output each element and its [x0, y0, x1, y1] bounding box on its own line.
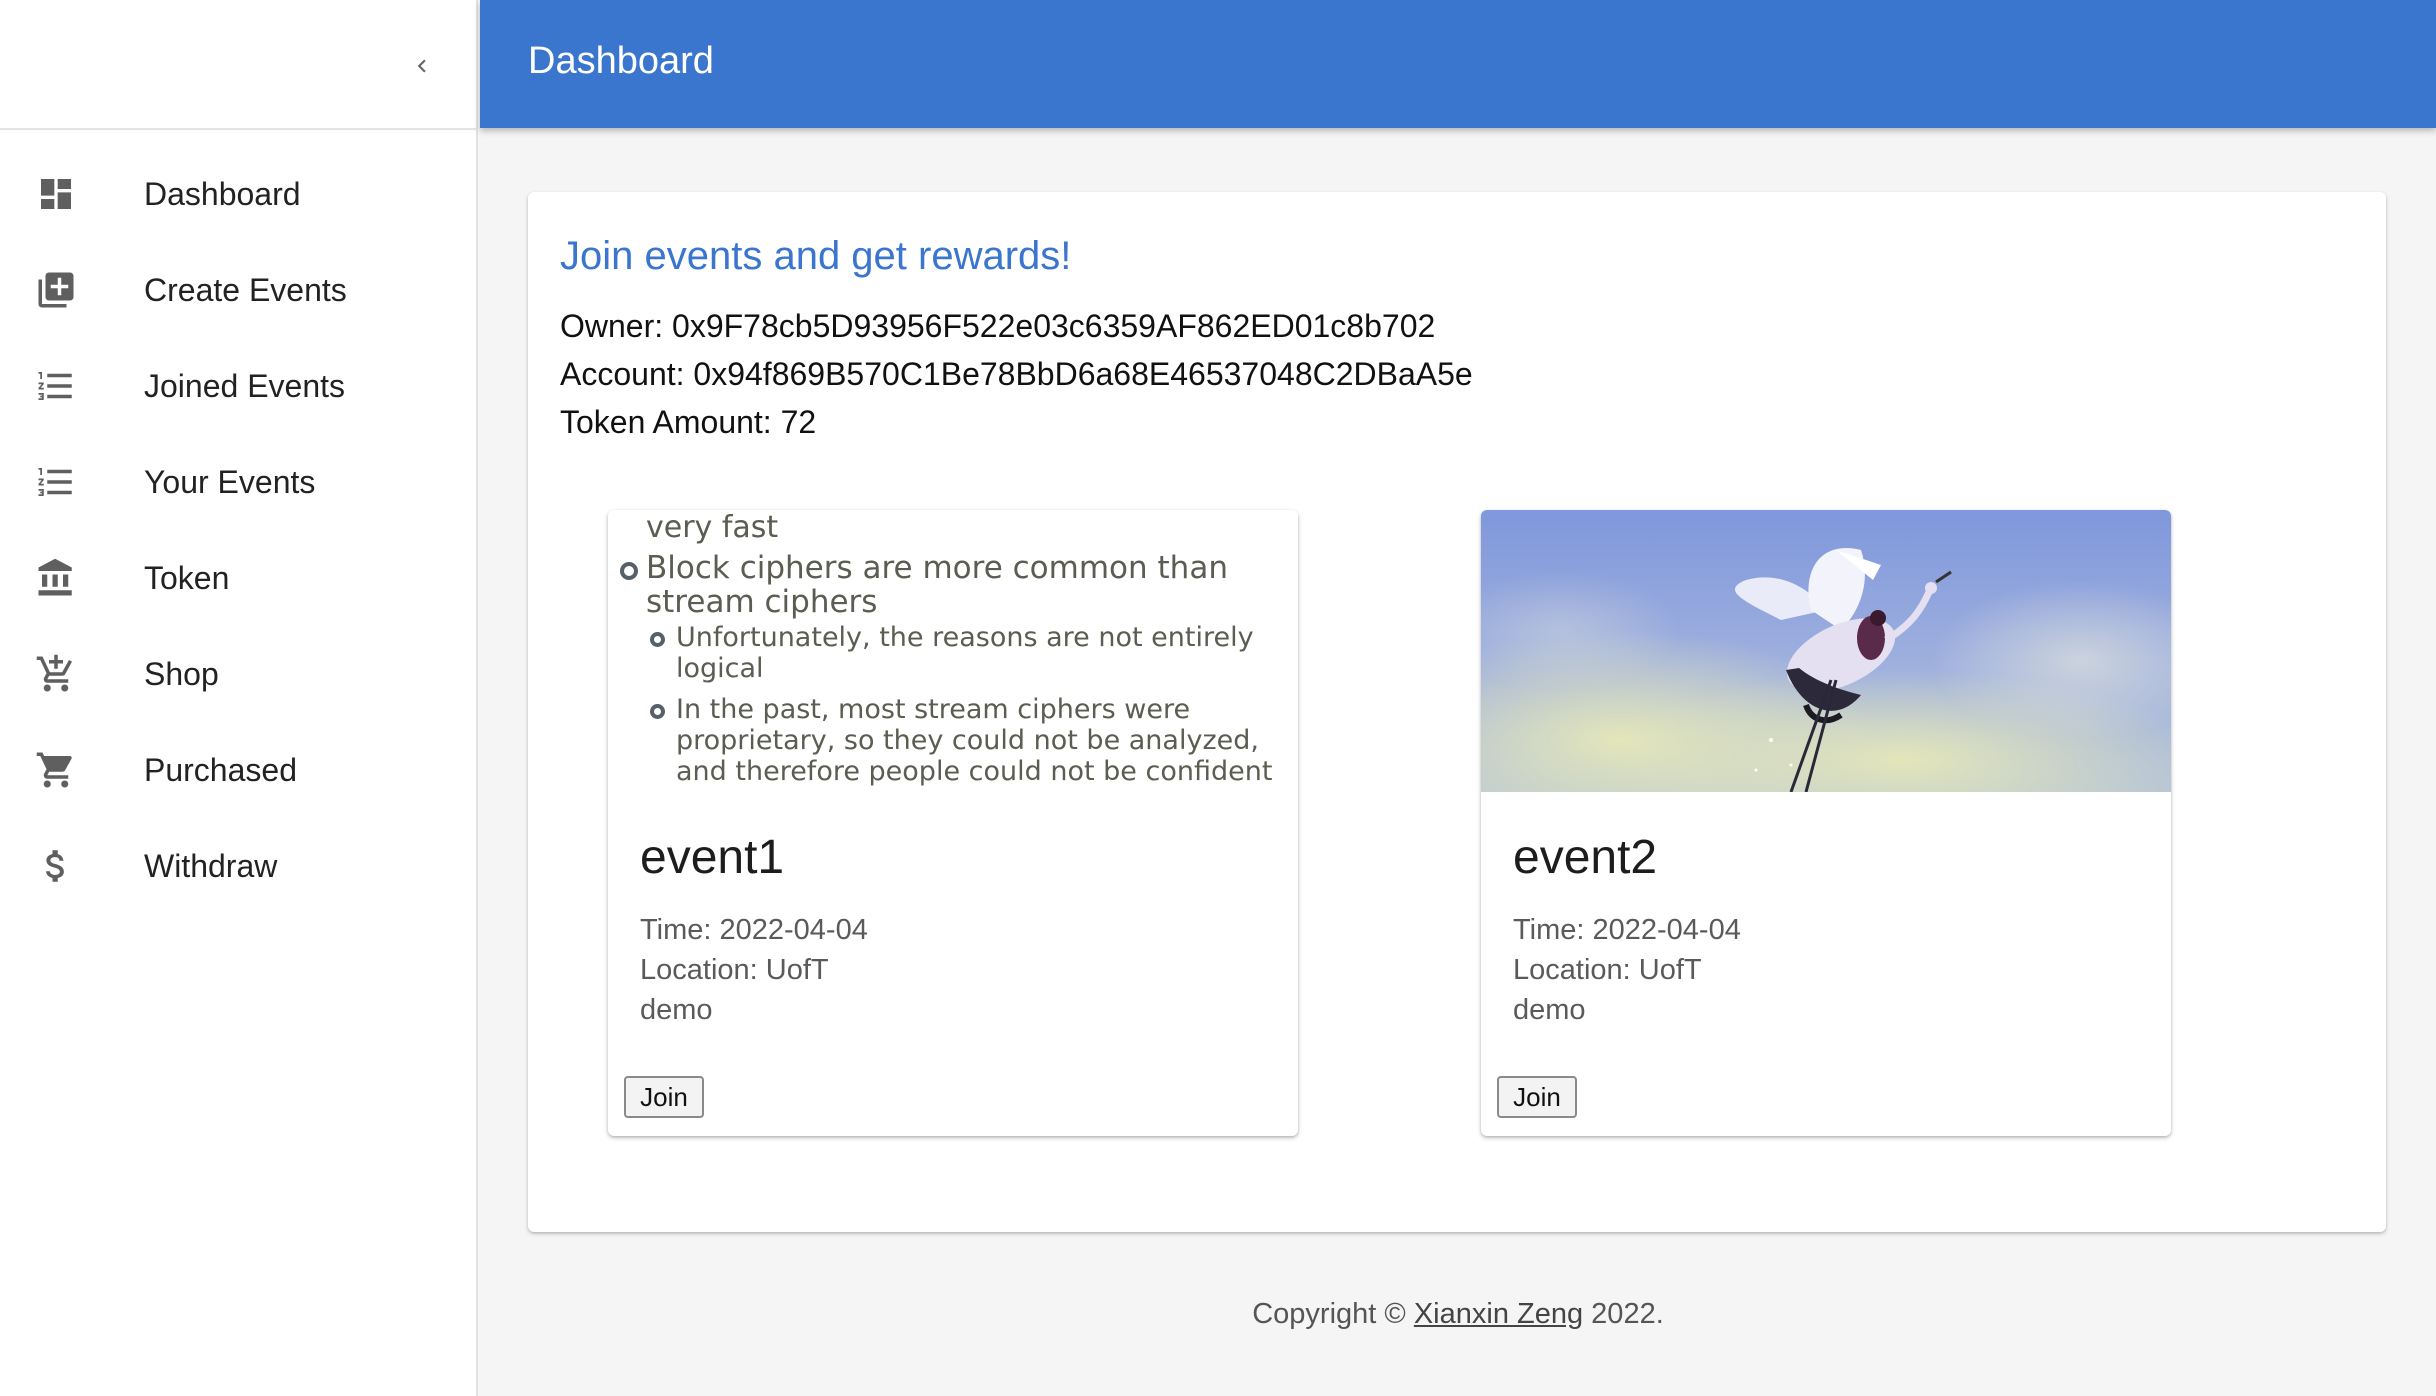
sidebar-item-token[interactable]: Token — [0, 530, 476, 626]
join-button[interactable]: Join — [1497, 1076, 1577, 1118]
sidebar-item-your-events[interactable]: Your Events — [0, 434, 476, 530]
page-title: Dashboard — [528, 40, 714, 82]
format-list-numbered-icon — [34, 460, 78, 504]
format-list-numbered-icon — [34, 364, 78, 408]
bullet-icon — [650, 704, 665, 719]
event-name: event1 — [640, 831, 785, 884]
slide-text-line: stream ciphers — [646, 584, 878, 620]
bank-icon — [34, 556, 78, 600]
sidebar-item-label: Your Events — [144, 463, 316, 500]
sidebar-item-create-events[interactable]: Create Events — [0, 242, 476, 338]
account-address: Account: 0x94f869B570C1Be78BbD6a68E46537… — [560, 356, 1473, 392]
shopping-cart-icon — [34, 748, 78, 792]
sidebar-item-label: Purchased — [144, 751, 297, 788]
event-description: demo — [640, 994, 713, 1026]
slide-text-line: In the past, most stream ciphers were — [676, 694, 1191, 725]
sidebar-item-dashboard[interactable]: Dashboard — [0, 146, 476, 242]
event-location: Location: UofT — [640, 954, 829, 986]
owner-address: Owner: 0x9F78cb5D93956F522e03c6359AF862E… — [560, 308, 1436, 344]
dollar-icon — [34, 844, 78, 888]
copyright-prefix: Copyright © — [1252, 1298, 1414, 1330]
slide-text-line: Unfortunately, the reasons are not entir… — [676, 622, 1254, 653]
app-bar: Dashboard — [480, 0, 2436, 128]
sidebar-item-label: Shop — [144, 655, 219, 692]
chevron-left-icon — [417, 59, 426, 73]
slide-text-line: very fast — [646, 510, 779, 545]
event-image — [1481, 510, 2171, 792]
collapse-sidebar-button[interactable] — [400, 44, 444, 88]
author-link[interactable]: Xianxin Zeng — [1414, 1298, 1583, 1330]
slide-text-line: proprietary, so they could not be analyz… — [676, 725, 1259, 756]
slide-text-line: logical — [676, 653, 764, 684]
sidebar-item-label: Joined Events — [144, 367, 346, 404]
sidebar-item-withdraw[interactable]: Withdraw — [0, 818, 476, 914]
event-card: event2 Time: 2022-04-04 Location: UofT d… — [1481, 510, 2171, 1136]
library-add-icon — [34, 268, 78, 312]
sidebar-item-label: Token — [144, 559, 230, 596]
event-card: very fast Block ciphers are more common … — [608, 510, 1298, 1136]
add-shopping-cart-icon — [34, 652, 78, 696]
sidebar-item-joined-events[interactable]: Joined Events — [0, 338, 476, 434]
sidebar-item-label: Withdraw — [144, 847, 278, 884]
sidebar-item-label: Create Events — [144, 271, 347, 308]
event-image: very fast Block ciphers are more common … — [608, 510, 1298, 792]
main-card: Join events and get rewards! Owner: 0x9F… — [528, 192, 2386, 1232]
sidebar-item-purchased[interactable]: Purchased — [0, 722, 476, 818]
sidebar-header — [0, 0, 476, 130]
crane-illustration — [1481, 510, 2171, 792]
footer: Copyright © Xianxin Zeng 2022. — [480, 1298, 2436, 1331]
slide-text-line: and therefore people could not be confid… — [676, 756, 1273, 787]
event-time: Time: 2022-04-04 — [1513, 914, 1741, 946]
join-button[interactable]: Join — [624, 1076, 704, 1118]
event-description: demo — [1513, 994, 1586, 1026]
event-time: Time: 2022-04-04 — [640, 914, 868, 946]
event-name: event2 — [1513, 831, 1658, 884]
event-location: Location: UofT — [1513, 954, 1702, 986]
sidebar-item-shop[interactable]: Shop — [0, 626, 476, 722]
slide-text-line: Block ciphers are more common than — [646, 550, 1228, 586]
token-amount: Token Amount: 72 — [560, 404, 817, 440]
copyright-suffix: 2022. — [1583, 1298, 1664, 1330]
sidebar: Dashboard Create Events Joined Events Yo… — [0, 0, 478, 1396]
bullet-icon — [650, 632, 665, 647]
bullet-icon — [620, 562, 638, 580]
dashboard-icon — [34, 172, 78, 216]
card-heading: Join events and get rewards! — [560, 234, 1072, 278]
sidebar-item-label: Dashboard — [144, 175, 301, 212]
